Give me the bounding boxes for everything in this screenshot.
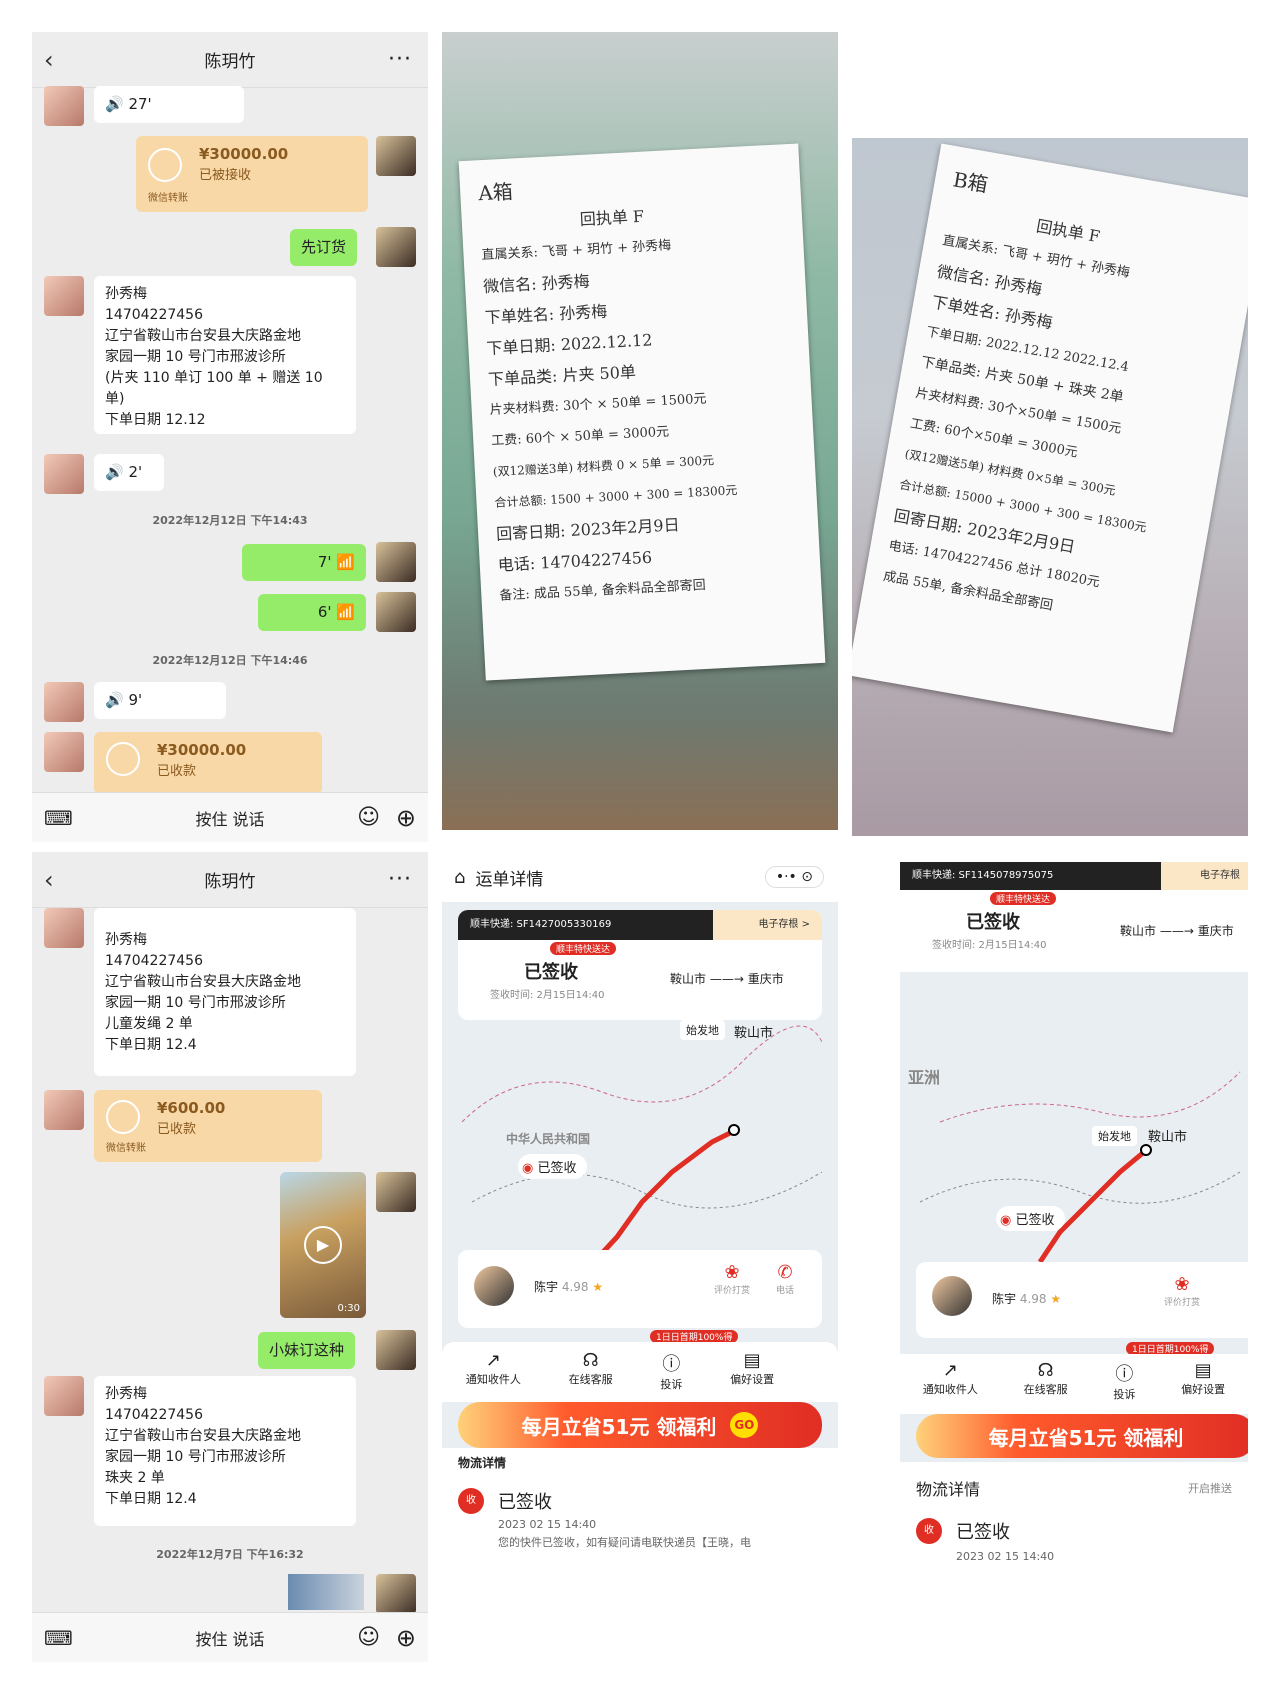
headset-icon: ☊ bbox=[1037, 1360, 1054, 1381]
order-message[interactable]: 孙秀梅 14704227456 辽宁省鞍山市台安县大庆路金地 家园一期 10 号门市邢… bbox=[94, 1376, 356, 1526]
avatar[interactable] bbox=[376, 1330, 416, 1370]
plus-icon[interactable]: ⊕ bbox=[396, 804, 416, 832]
chat-panel-1: ‹ 陈玥竹 ··· 🔊 27' ¥30000.00 已被接收 微信转账 先订货 孙… bbox=[32, 32, 428, 842]
menu-capsule[interactable]: •·• ⊙ bbox=[764, 866, 824, 888]
tip-button[interactable]: ❀ 评价打赏 bbox=[1164, 1274, 1200, 1308]
package-icon: ◉ bbox=[522, 1161, 534, 1176]
share-button[interactable]: ↗ 通知收件人 bbox=[923, 1360, 978, 1414]
avatar[interactable] bbox=[44, 454, 84, 494]
chat-panel-2: ‹ 陈玥竹 ··· 孙秀梅 14704227456 辽宁省鞍山市台安县大庆路金地 家园… bbox=[32, 852, 428, 1662]
order-message[interactable]: 孙秀梅 14704227456 辽宁省鞍山市台安县大庆路金地 家园一期 10 号门市邢… bbox=[94, 908, 356, 1076]
back-icon[interactable]: ‹ bbox=[44, 866, 54, 894]
avatar[interactable] bbox=[376, 136, 416, 176]
avatar[interactable] bbox=[44, 908, 84, 948]
hold-to-talk-button[interactable]: 按住 说话 bbox=[195, 806, 264, 830]
input-bar: ⌨ 按住 说话 ☺ ⊕ bbox=[32, 792, 428, 842]
video-message[interactable]: ▶ 0:30 bbox=[280, 1172, 366, 1318]
image-message[interactable] bbox=[288, 1574, 364, 1610]
avatar[interactable] bbox=[44, 86, 84, 126]
alert-icon: ⓘ bbox=[662, 1354, 681, 1375]
chat-header: ‹ 陈玥竹 ··· bbox=[32, 852, 428, 908]
text-message[interactable]: 先订货 bbox=[290, 229, 358, 266]
tracking-panel-2: 顺丰快递: SF1145078975075 电子存根 顺丰特快送达 已签收 签收… bbox=[900, 862, 1248, 1642]
check-icon bbox=[106, 742, 140, 776]
complaint-button[interactable]: ⓘ 投诉 bbox=[660, 1350, 682, 1402]
settings-icon: ▤ bbox=[1194, 1360, 1212, 1381]
home-icon[interactable]: ⌂ bbox=[454, 867, 465, 888]
transfer-card[interactable]: ¥30000.00 已收款 bbox=[94, 732, 322, 794]
chat-title: 陈玥竹 bbox=[204, 52, 256, 72]
timestamp: 2022年12月12日 下午14:46 bbox=[152, 654, 308, 667]
plus-icon[interactable]: ⊕ bbox=[396, 1624, 416, 1652]
service-button[interactable]: ☊ 在线客服 bbox=[1024, 1360, 1068, 1414]
check-icon bbox=[106, 1100, 140, 1134]
voice-message[interactable]: 🔊 2' bbox=[94, 454, 164, 491]
tip-button[interactable]: ❀ 评价打赏 bbox=[714, 1262, 750, 1296]
receipt-note-b: B箱 回执单 F 直属关系: 飞哥 + 玥竹 + 孙秀梅 微信名: 孙秀梅 下单… bbox=[852, 143, 1248, 733]
package-icon: ◉ bbox=[1000, 1213, 1012, 1228]
share-icon: ↗ bbox=[942, 1360, 958, 1381]
tracking-panel-1: ⌂ 运单详情 •·• ⊙ 顺丰快递: SF1427005330169 电子存根 … bbox=[442, 852, 838, 1662]
chat-header: ‹ 陈玥竹 ··· bbox=[32, 32, 428, 88]
settings-icon: ▤ bbox=[743, 1350, 761, 1371]
photo-note-b: B箱 回执单 F 直属关系: 飞哥 + 玥竹 + 孙秀梅 微信名: 孙秀梅 下单… bbox=[852, 138, 1248, 836]
avatar[interactable] bbox=[376, 1574, 416, 1614]
emoji-icon[interactable]: ☺ bbox=[357, 1625, 380, 1650]
back-icon[interactable]: ‹ bbox=[44, 46, 54, 74]
waybill-card: 顺丰快递: SF1145078975075 电子存根 顺丰特快送达 已签收 签收… bbox=[900, 862, 1248, 972]
check-icon bbox=[148, 148, 182, 182]
action-menu: ↗ 通知收件人 ☊ 在线客服 ⓘ 投诉 ▤ 偏好设置 bbox=[442, 1342, 838, 1402]
promo-banner[interactable]: 每月立省51元 领福利 bbox=[916, 1414, 1248, 1458]
more-icon[interactable]: ··· bbox=[388, 867, 412, 892]
voice-message[interactable]: 🔊 9' bbox=[94, 682, 226, 719]
preference-button[interactable]: ▤ 偏好设置 bbox=[1181, 1360, 1225, 1414]
input-bar: ⌨ 按住 说话 ☺ ⊕ bbox=[32, 1612, 428, 1662]
service-button[interactable]: ☊ 在线客服 bbox=[569, 1350, 613, 1402]
preference-button[interactable]: ▤ 偏好设置 bbox=[730, 1350, 774, 1402]
courier-card: 陈宇 4.98 ★ ❀ 评价打赏 bbox=[916, 1262, 1248, 1338]
avatar[interactable] bbox=[44, 1376, 84, 1416]
play-icon[interactable]: ▶ bbox=[304, 1226, 342, 1264]
alert-icon: ⓘ bbox=[1115, 1364, 1134, 1385]
share-icon: ↗ bbox=[485, 1350, 501, 1371]
photo-note-a: A箱 回执单 F 直属关系: 飞哥 + 玥竹 + 孙秀梅 微信名: 孙秀梅 下单… bbox=[442, 32, 838, 830]
courier-avatar bbox=[932, 1276, 972, 1316]
voice-message[interactable]: 🔊 27' bbox=[94, 86, 244, 123]
avatar[interactable] bbox=[376, 592, 416, 632]
timestamp: 2022年12月12日 下午14:43 bbox=[152, 514, 308, 527]
keyboard-icon[interactable]: ⌨ bbox=[44, 1626, 73, 1650]
courier-avatar bbox=[474, 1266, 514, 1306]
voice-message[interactable]: 7' 📶 bbox=[242, 544, 366, 581]
voice-message[interactable]: 6' 📶 bbox=[258, 594, 366, 631]
transfer-card[interactable]: ¥30000.00 已被接收 微信转账 bbox=[136, 136, 368, 212]
more-icon[interactable]: ··· bbox=[388, 47, 412, 72]
avatar[interactable] bbox=[376, 1172, 416, 1212]
avatar[interactable] bbox=[44, 732, 84, 772]
action-menu: ↗ 通知收件人 ☊ 在线客服 ⓘ 投诉 ▤ 偏好设置 bbox=[900, 1354, 1248, 1414]
timestamp: 2022年12月7日 下午16:32 bbox=[156, 1548, 304, 1561]
avatar[interactable] bbox=[44, 276, 84, 316]
share-button[interactable]: ↗ 通知收件人 bbox=[466, 1350, 521, 1402]
avatar[interactable] bbox=[44, 682, 84, 722]
signed-marker: ◉ 已签收 bbox=[518, 1154, 587, 1179]
complaint-button[interactable]: ⓘ 投诉 bbox=[1113, 1360, 1135, 1414]
tracking-header: ⌂ 运单详情 •·• ⊙ bbox=[442, 852, 838, 902]
signed-marker: ◉ 已签收 bbox=[996, 1206, 1065, 1231]
chat-title: 陈玥竹 bbox=[204, 872, 256, 892]
text-message[interactable]: 小妹订这种 bbox=[258, 1332, 356, 1369]
promo-banner[interactable]: 每月立省51元 领福利 GO bbox=[458, 1402, 822, 1448]
headset-icon: ☊ bbox=[582, 1350, 599, 1371]
avatar[interactable] bbox=[376, 227, 416, 267]
hold-to-talk-button[interactable]: 按住 说话 bbox=[195, 1626, 264, 1650]
avatar[interactable] bbox=[44, 1090, 84, 1130]
phone-button[interactable]: ✆ 电话 bbox=[776, 1262, 794, 1296]
avatar[interactable] bbox=[376, 542, 416, 582]
emoji-icon[interactable]: ☺ bbox=[357, 805, 380, 830]
receipt-note-a: A箱 回执单 F 直属关系: 飞哥 + 玥竹 + 孙秀梅 微信名: 孙秀梅 下单… bbox=[458, 143, 826, 681]
transfer-card[interactable]: ¥600.00 已收款 微信转账 bbox=[94, 1090, 322, 1162]
order-message[interactable]: 孙秀梅 14704227456 辽宁省鞍山市台安县大庆路金地 家园一期 10 号门市邢… bbox=[94, 276, 356, 434]
keyboard-icon[interactable]: ⌨ bbox=[44, 806, 73, 830]
courier-card: 陈宇 4.98 ★ ❀ 评价打赏 ✆ 电话 bbox=[458, 1250, 822, 1328]
